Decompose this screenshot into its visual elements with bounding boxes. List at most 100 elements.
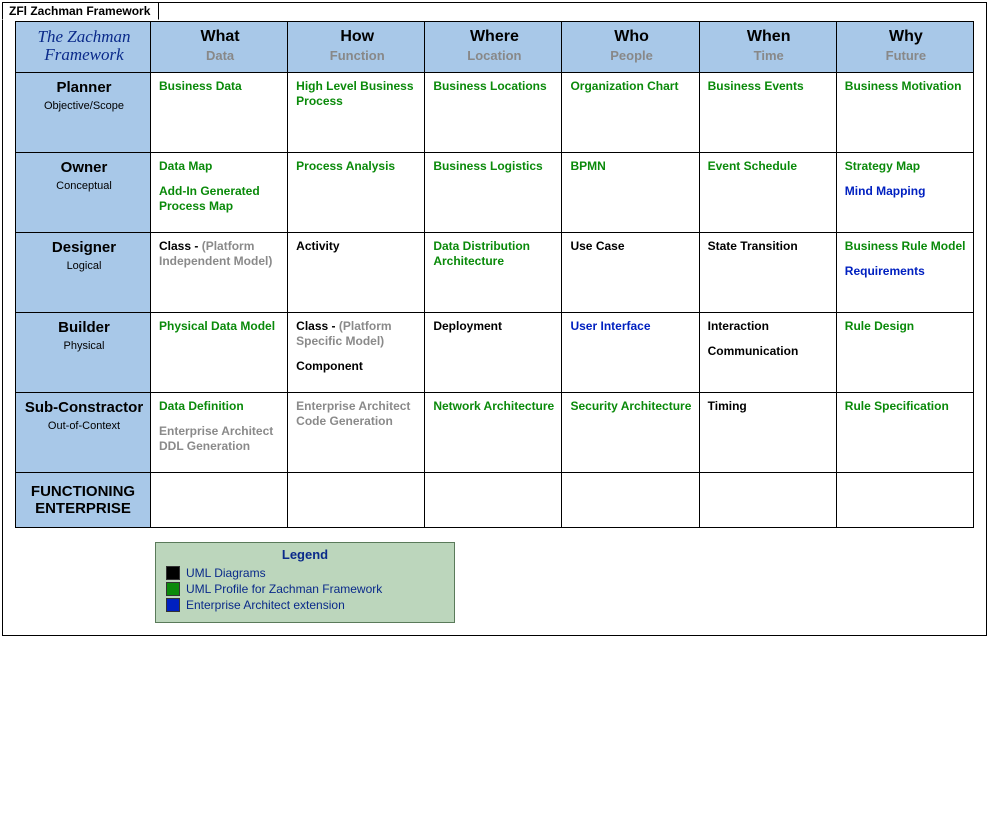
cell: User Interface <box>562 312 699 392</box>
cell: Data Map Add-In Generated Process Map <box>151 152 288 232</box>
cell-item: Interaction <box>708 319 830 334</box>
row-header-main: FUNCTIONING ENTERPRISE <box>20 483 146 517</box>
legend-swatch <box>166 598 180 612</box>
table-body: PlannerObjective/Scope Business Data High … <box>16 72 974 527</box>
cell: InteractionCommunication <box>699 312 836 392</box>
cell-item: Event Schedule <box>708 159 830 174</box>
cell: Rule Design <box>836 312 973 392</box>
cell: Physical Data Model <box>151 312 288 392</box>
cell: Business Events <box>699 72 836 152</box>
col-header-when: WhenTime <box>699 22 836 73</box>
col-header-main: Where <box>433 28 555 46</box>
cell-item: Data Definition <box>159 399 281 414</box>
cell-item: Requirements <box>845 264 967 279</box>
diagram-frame: ZFl Zachman Framework The Zachman Framew… <box>2 2 987 636</box>
cell: Business Rule Model Requirements <box>836 232 973 312</box>
col-header-what: WhatData <box>151 22 288 73</box>
col-header-sub: Future <box>845 48 967 63</box>
table-row: Sub-Constractor Out-of-Context Data Defini… <box>16 392 974 472</box>
cell-item: User Interface <box>570 319 692 334</box>
cell: High Level Business Process <box>288 72 425 152</box>
row-header: DesignerLogical <box>16 232 151 312</box>
table-row: BuilderPhysicalPhysical Data ModelClass … <box>16 312 974 392</box>
cell-item: Organization Chart <box>570 79 692 94</box>
cell-item: Business Locations <box>433 79 555 94</box>
cell-item: Data Map <box>159 159 281 174</box>
cell-item: Business Rule Model <box>845 239 967 254</box>
col-header-main: What <box>159 28 281 46</box>
cell-item: Timing <box>708 399 830 414</box>
row-header: PlannerObjective/Scope <box>16 72 151 152</box>
legend: Legend UML Diagrams UML Profile for Zachm… <box>155 542 455 623</box>
legend-swatch <box>166 566 180 580</box>
row-header-sub: Conceptual <box>24 180 144 192</box>
cell: Activity <box>288 232 425 312</box>
cell-item: Add-In Generated Process Map <box>159 184 281 214</box>
table-head: The Zachman FrameworkWhatDataHowFunction… <box>16 22 974 73</box>
row-header: FUNCTIONING ENTERPRISE <box>16 472 151 527</box>
cell-item: Business Motivation <box>845 79 967 94</box>
cell-item: Enterprise Architect Code Generation <box>296 399 418 429</box>
cell-item: Network Architecture <box>433 399 555 414</box>
col-header-main: Why <box>845 28 967 46</box>
cell-item: BPMN <box>570 159 692 174</box>
row-header-main: Sub-Constractor <box>24 399 144 416</box>
col-header-who: WhoPeople <box>562 22 699 73</box>
cell: Strategy MapMind Mapping <box>836 152 973 232</box>
cell-item: Mind Mapping <box>845 184 967 199</box>
legend-item: Enterprise Architect extension <box>166 598 444 612</box>
table-row: OwnerConceptualData MapAdd-In Generated … <box>16 152 974 232</box>
cell-item: Rule Specification <box>845 399 967 414</box>
legend-item: UML Profile for Zachman Framework <box>166 582 444 596</box>
row-header: Sub-Constractor Out-of-Context <box>16 392 151 472</box>
cell <box>151 472 288 527</box>
row-header-main: Builder <box>24 319 144 336</box>
cell <box>836 472 973 527</box>
cell: Class - (Platform Independent Model) <box>151 232 288 312</box>
cell-item: Physical Data Model <box>159 319 281 334</box>
cell-item: Process Analysis <box>296 159 418 174</box>
col-header-sub: People <box>570 48 692 63</box>
cell: State Transition <box>699 232 836 312</box>
cell-item: Rule Design <box>845 319 967 334</box>
col-header-where: Where Location <box>425 22 562 73</box>
cell-item: Use Case <box>570 239 692 254</box>
cell-item: Business Data <box>159 79 281 94</box>
cell: Process Analysis <box>288 152 425 232</box>
cell: Security Architecture <box>562 392 699 472</box>
row-header-main: Planner <box>24 79 144 96</box>
table-row: DesignerLogicalClass - (Platform Indepen… <box>16 232 974 312</box>
cell: BPMN <box>562 152 699 232</box>
row-header-main: Designer <box>24 239 144 256</box>
cell <box>425 472 562 527</box>
legend-label: UML Diagrams <box>186 566 266 580</box>
frame-tab: ZFl Zachman Framework <box>2 2 159 20</box>
cell: Organization Chart <box>562 72 699 152</box>
legend-label: UML Profile for Zachman Framework <box>186 582 382 596</box>
cell <box>699 472 836 527</box>
legend-swatch <box>166 582 180 596</box>
cell: Timing <box>699 392 836 472</box>
cell-item: Business Events <box>708 79 830 94</box>
cell-item: Enterprise Architect DDL Generation <box>159 424 281 454</box>
cell-item: Business Logistics <box>433 159 555 174</box>
legend-item: UML Diagrams <box>166 566 444 580</box>
legend-label: Enterprise Architect extension <box>186 598 345 612</box>
cell: Data Distribution Architecture <box>425 232 562 312</box>
cell: Enterprise Architect Code Generation <box>288 392 425 472</box>
cell-item: Component <box>296 359 418 374</box>
cell-item: State Transition <box>708 239 830 254</box>
cell: Event Schedule <box>699 152 836 232</box>
cell-item: Data Distribution Architecture <box>433 239 555 269</box>
col-header-sub: Location <box>433 48 555 63</box>
legend-title: Legend <box>166 547 444 562</box>
table-row: FUNCTIONING ENTERPRISE <box>16 472 974 527</box>
corner-title: The Zachman Framework <box>24 28 144 64</box>
cell: Use Case <box>562 232 699 312</box>
col-header-sub: Time <box>708 48 830 63</box>
cell-item: High Level Business Process <box>296 79 418 109</box>
col-header-sub: Function <box>296 48 418 63</box>
row-header-sub: Out-of-Context <box>24 420 144 432</box>
cell-item: Security Architecture <box>570 399 692 414</box>
cell: Business Data <box>151 72 288 152</box>
